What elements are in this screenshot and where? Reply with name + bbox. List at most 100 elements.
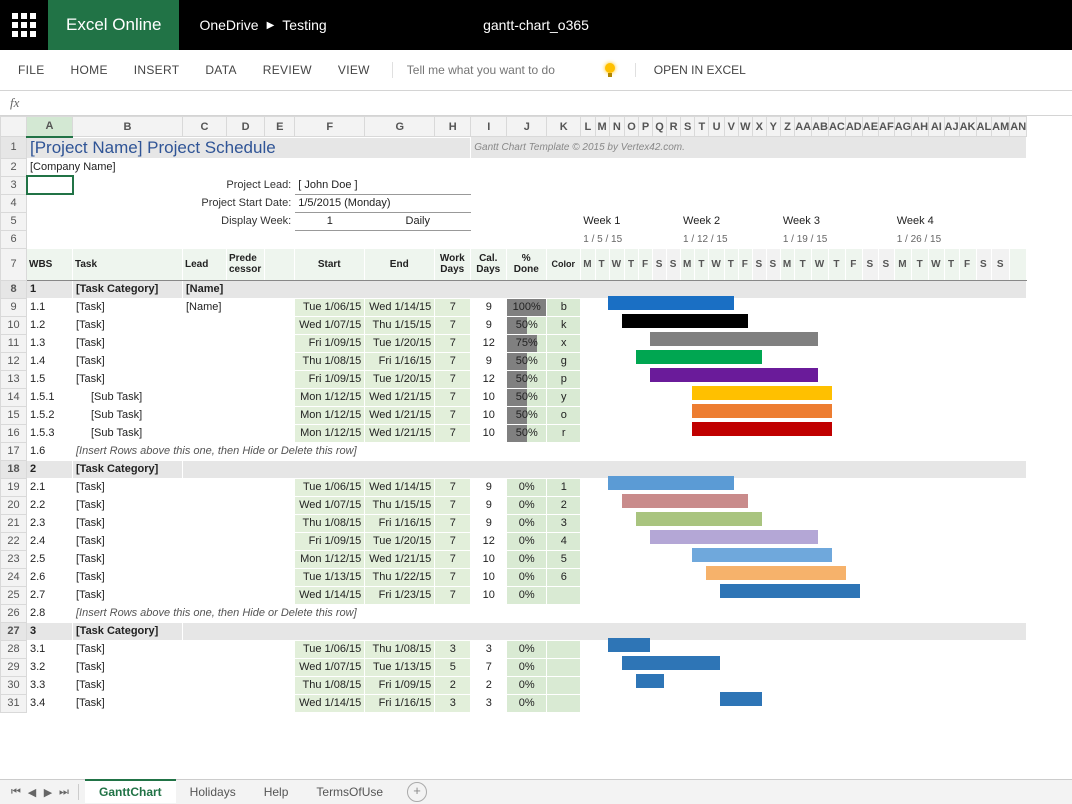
column-header[interactable]: AG [894, 117, 912, 137]
cell[interactable]: W [812, 248, 829, 280]
cell[interactable]: 0% [507, 496, 547, 514]
cell[interactable]: [Company Name] [27, 158, 183, 176]
cell[interactable]: Tue 1/13/15 [365, 658, 435, 676]
row-header[interactable]: 3 [1, 176, 27, 194]
cell[interactable]: 2.6 [27, 568, 73, 586]
cell[interactable]: S [653, 248, 667, 280]
cell[interactable]: 0% [507, 640, 547, 658]
cell[interactable]: 7 [435, 334, 471, 352]
column-header[interactable]: Y [766, 117, 780, 137]
cell[interactable] [227, 694, 295, 712]
cell[interactable]: Mon 1/12/15 [295, 550, 365, 568]
cell[interactable] [581, 478, 1027, 496]
column-header[interactable]: U [709, 117, 724, 137]
cell[interactable]: Week 1 [581, 212, 681, 230]
cell[interactable]: T [944, 248, 959, 280]
formula-bar[interactable]: fx [0, 91, 1072, 116]
cell[interactable] [227, 352, 295, 370]
cell[interactable]: 0% [507, 694, 547, 712]
cell[interactable] [581, 514, 1027, 532]
column-header[interactable]: N [609, 117, 624, 137]
cell[interactable]: [ John Doe ] [295, 176, 471, 194]
column-header[interactable]: AK [959, 117, 976, 137]
cell[interactable]: F [845, 248, 862, 280]
cell[interactable]: 100% [507, 298, 547, 316]
spreadsheet-grid[interactable]: ABCDEFGHIJKLMNOPQRSTUVWXYZAAABACADAEAFAG… [0, 116, 1072, 782]
cell[interactable]: Wed 1/21/15 [365, 550, 435, 568]
cell[interactable]: Tue 1/06/15 [295, 640, 365, 658]
column-header[interactable]: AF [879, 117, 895, 137]
cell[interactable]: 1/5/2015 (Monday) [295, 194, 471, 212]
cell[interactable] [27, 212, 183, 230]
cell[interactable]: Task [73, 248, 183, 280]
ribbon-tab-review[interactable]: REVIEW [263, 63, 312, 77]
cell[interactable]: 0% [507, 478, 547, 496]
cell[interactable] [547, 694, 581, 712]
row-header[interactable]: 7 [1, 248, 27, 280]
cell[interactable]: 2.4 [27, 532, 73, 550]
cell[interactable] [581, 316, 1027, 334]
row-header[interactable]: 16 [1, 424, 27, 442]
cell[interactable]: 9 [471, 298, 507, 316]
cell[interactable] [1010, 230, 1027, 248]
cell[interactable]: Wed 1/07/15 [295, 316, 365, 334]
cell[interactable]: W [709, 248, 724, 280]
cell[interactable]: [Sub Task] [73, 406, 183, 424]
cell[interactable]: 1.6 [27, 442, 73, 460]
cell[interactable] [183, 640, 227, 658]
cell[interactable]: WorkDays [435, 248, 471, 280]
cell[interactable]: Start [295, 248, 365, 280]
cell[interactable]: Thu 1/15/15 [365, 316, 435, 334]
cell[interactable]: [Name] [183, 298, 227, 316]
row-header[interactable]: 14 [1, 388, 27, 406]
column-header[interactable]: AE [862, 117, 878, 137]
cell[interactable]: F [738, 248, 752, 280]
cell[interactable]: Thu 1/08/15 [295, 676, 365, 694]
cell[interactable] [227, 496, 295, 514]
cell[interactable]: 50% [507, 370, 547, 388]
cell[interactable]: Fri 1/23/15 [365, 586, 435, 604]
cell[interactable] [547, 586, 581, 604]
cell[interactable]: 9 [471, 352, 507, 370]
row-header[interactable]: 20 [1, 496, 27, 514]
cell[interactable]: Gantt Chart Template © 2015 by Vertex42.… [471, 137, 1027, 159]
cell[interactable]: 3 [27, 622, 73, 640]
cell[interactable]: [Task] [73, 514, 183, 532]
cell[interactable]: 12 [471, 370, 507, 388]
cell[interactable]: p [547, 370, 581, 388]
column-header[interactable]: AA [795, 117, 812, 137]
breadcrumb-folder[interactable]: Testing [282, 17, 326, 33]
cell[interactable]: 1 / 5 / 15 [581, 230, 681, 248]
cell[interactable]: 3 [435, 640, 471, 658]
cell[interactable]: 1 [295, 212, 365, 230]
cell[interactable]: 7 [435, 316, 471, 334]
cell[interactable]: T [724, 248, 738, 280]
cell[interactable]: [Task] [73, 334, 183, 352]
cell[interactable]: 50% [507, 388, 547, 406]
row-header[interactable]: 28 [1, 640, 27, 658]
cell[interactable]: 3 [435, 694, 471, 712]
cell[interactable]: WBS [27, 248, 73, 280]
row-header[interactable]: 8 [1, 280, 27, 298]
cell[interactable]: 3 [471, 640, 507, 658]
cell[interactable] [227, 676, 295, 694]
row-header[interactable]: 22 [1, 532, 27, 550]
cell[interactable] [227, 388, 295, 406]
cell[interactable] [471, 212, 581, 230]
row-header[interactable]: 11 [1, 334, 27, 352]
column-header[interactable]: AD [845, 117, 862, 137]
cell[interactable] [1010, 248, 1027, 280]
cell[interactable]: 10 [471, 406, 507, 424]
cell[interactable] [581, 334, 1027, 352]
cell[interactable] [183, 370, 227, 388]
cell[interactable]: M [681, 248, 695, 280]
cell[interactable]: End [365, 248, 435, 280]
cell[interactable] [227, 532, 295, 550]
cell[interactable]: 3.1 [27, 640, 73, 658]
column-header[interactable]: E [265, 117, 295, 137]
cell[interactable]: 5 [547, 550, 581, 568]
cell[interactable]: 9 [471, 496, 507, 514]
cell[interactable] [227, 424, 295, 442]
cell[interactable] [227, 406, 295, 424]
cell[interactable] [73, 176, 183, 194]
